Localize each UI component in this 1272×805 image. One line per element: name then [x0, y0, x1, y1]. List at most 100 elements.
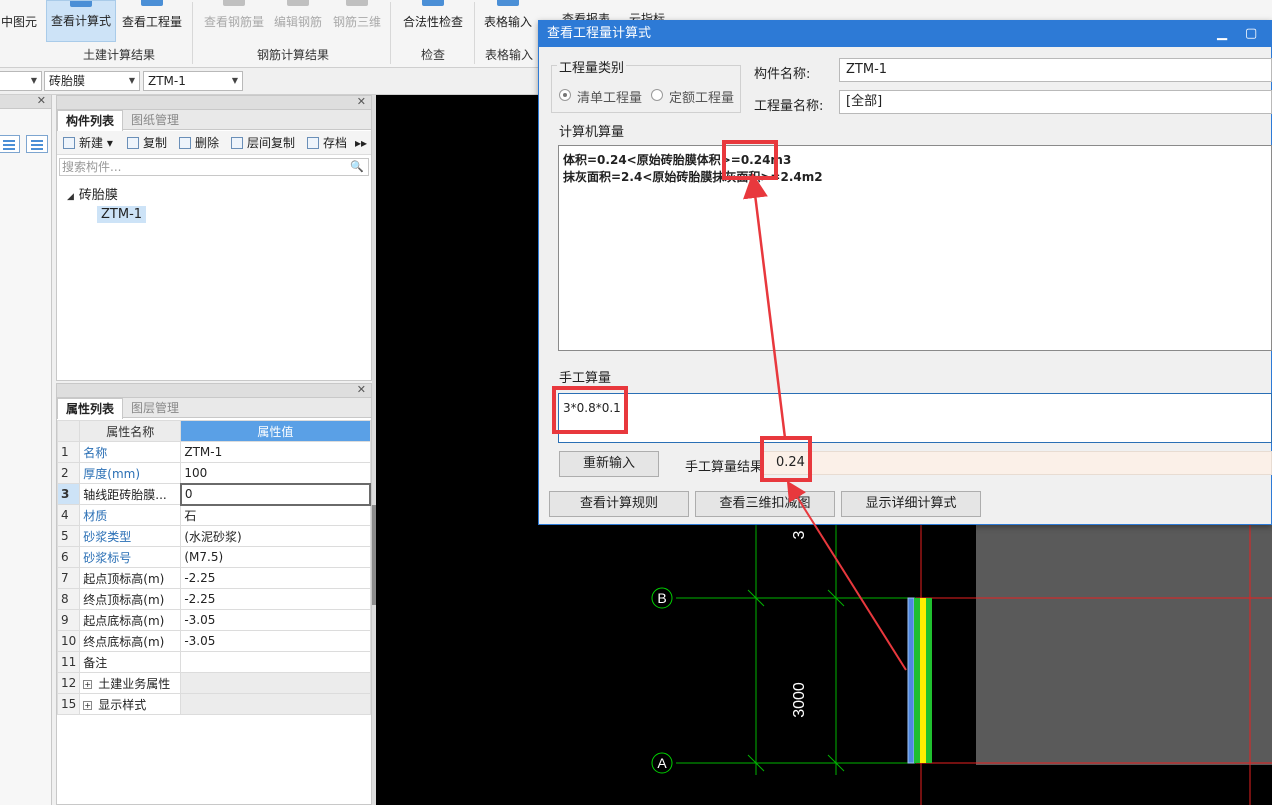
- view-rebar-button[interactable]: 查看钢筋量: [200, 0, 268, 42]
- new-button[interactable]: 新建 ▾: [61, 135, 113, 151]
- panel-header: ✕: [57, 95, 371, 110]
- view-rules-button[interactable]: 查看计算规则: [549, 491, 689, 517]
- axis-label-b: B: [657, 590, 666, 606]
- radio-icon: [559, 89, 571, 101]
- close-icon[interactable]: ✕: [357, 383, 366, 396]
- view-formula-button[interactable]: 查看计算式: [46, 0, 116, 42]
- expand-icon[interactable]: +: [83, 700, 93, 710]
- reenter-button[interactable]: 重新输入: [559, 451, 659, 477]
- dialog-title-bar[interactable]: 查看工程量计算式 ▁ ▢: [539, 21, 1271, 47]
- edit-rebar-icon: [287, 0, 309, 6]
- view-quantity-button[interactable]: 查看工程量: [118, 0, 186, 42]
- group-civil-results: 土建计算结果: [82, 48, 155, 62]
- row-number-header: [56, 420, 81, 442]
- copy-icon: [127, 137, 139, 149]
- table-icon: [497, 0, 519, 6]
- rebar-icon: [223, 0, 245, 6]
- computer-formula-area[interactable]: 体积=0.24<原始砖胎膜体积>=0.24m3 抹灰面积=2.4<原始砖胎膜抹灰…: [558, 145, 1272, 351]
- tree-node-selected[interactable]: ZTM-1: [97, 206, 147, 223]
- archive-button[interactable]: 存档: [305, 135, 347, 151]
- highlight-manual-result: [760, 436, 812, 482]
- component-combo[interactable]: ZTM-1 ▼: [143, 71, 243, 91]
- search-input[interactable]: 搜索构件... 🔍: [59, 158, 369, 176]
- tree-node-root[interactable]: ◢ 砖胎膜: [67, 184, 118, 203]
- manual-result-value: 0.24: [763, 451, 1272, 475]
- table-row[interactable]: 15 + 显示样式: [56, 693, 371, 715]
- property-panel: ✕ 属性列表 图层管理 属性名称 属性值 1 名称 ZTM-1 2 厚度(mm) 100…: [56, 383, 372, 805]
- table-row[interactable]: 6 砂浆标号 (M7.5): [56, 546, 371, 568]
- minimize-icon[interactable]: ▁: [1217, 21, 1227, 47]
- component-name-select[interactable]: ZTM-1: [839, 58, 1272, 82]
- table-row[interactable]: 1 名称 ZTM-1: [56, 441, 371, 463]
- manual-formula-input[interactable]: 3*0.8*0.1: [558, 393, 1272, 443]
- list-view-icon[interactable]: [0, 135, 20, 153]
- table-row[interactable]: 4 材质石: [56, 504, 371, 526]
- quantity-name-select[interactable]: [全部]: [839, 90, 1272, 114]
- show-detail-formula-button[interactable]: 显示详细计算式: [841, 491, 981, 517]
- maximize-icon[interactable]: ▢: [1245, 21, 1257, 47]
- expand-icon[interactable]: ◢: [67, 192, 74, 202]
- edit-rebar-button[interactable]: 编辑钢筋: [268, 0, 328, 42]
- table-input-button[interactable]: 表格输入: [478, 0, 538, 42]
- component-type-combo[interactable]: 砖胎膜 ▼: [44, 71, 140, 91]
- more-icon[interactable]: ▸▸: [355, 135, 367, 151]
- cloud-index-button[interactable]: 云指标: [624, 0, 670, 26]
- ribbon-separator: [192, 2, 193, 64]
- view-report-button[interactable]: 查看报表: [556, 0, 616, 26]
- view-3d-deduction-button[interactable]: 查看三维扣减图: [695, 491, 835, 517]
- tab-layer-manage[interactable]: 图层管理: [123, 398, 187, 418]
- table-row[interactable]: 7 起点顶标高(m) -2.25: [56, 567, 371, 589]
- table-row[interactable]: 2 厚度(mm) 100: [56, 462, 371, 484]
- highlight-manual-input: [552, 386, 628, 434]
- property-table: 属性名称 属性值 1 名称 ZTM-1 2 厚度(mm) 100 3 轴线距砖胎膜... 0…: [56, 420, 372, 715]
- table-row[interactable]: 10 终点底标高(m) -3.05: [56, 630, 371, 652]
- ribbon-separator: [474, 2, 475, 64]
- category-legend: 工程量类别: [557, 57, 627, 76]
- brick-mold-layer: [920, 598, 926, 763]
- table-row[interactable]: 3 轴线距砖胎膜... 0: [56, 482, 372, 506]
- brick-mold-layer: [914, 598, 920, 763]
- close-icon[interactable]: ✕: [37, 94, 46, 107]
- tab-drawing-manage[interactable]: 图纸管理: [123, 110, 187, 130]
- component-name-label: 构件名称:: [754, 67, 811, 82]
- highlight-computer-result: [722, 140, 778, 180]
- property-value-header: 属性值: [180, 420, 371, 442]
- select-element-button[interactable]: 中图元: [0, 0, 38, 42]
- copy-button[interactable]: 复制: [125, 135, 167, 151]
- floor-combo[interactable]: ▼: [0, 71, 42, 91]
- floor-copy-button[interactable]: 层间复制: [229, 135, 295, 151]
- panel-header: ✕: [57, 383, 371, 398]
- search-icon[interactable]: 🔍: [350, 159, 364, 175]
- close-icon[interactable]: ✕: [357, 95, 366, 108]
- delete-icon: [179, 137, 191, 149]
- table-row[interactable]: 12 + 土建业务属性: [56, 672, 371, 694]
- group-rebar-results: 钢筋计算结果: [256, 48, 329, 62]
- rebar-3d-button[interactable]: 钢筋三维: [328, 0, 386, 42]
- brick-mold-wall[interactable]: [907, 597, 915, 764]
- expand-icon[interactable]: +: [83, 679, 93, 689]
- table-row[interactable]: 5 砂浆类型 (水泥砂浆): [56, 525, 371, 547]
- tab-property-list[interactable]: 属性列表: [57, 398, 124, 419]
- formula-plaster-area: 抹灰面积=2.4<原始砖胎膜抹灰面积>=2.4m2: [563, 170, 823, 184]
- quantity-name-label: 工程量名称:: [754, 99, 824, 114]
- archive-icon: [307, 137, 319, 149]
- table-row[interactable]: 8 终点顶标高(m) -2.25: [56, 588, 371, 610]
- legality-check-button[interactable]: 合法性检查: [396, 0, 470, 42]
- quantity-icon: [141, 0, 163, 6]
- group-check: 检查: [420, 48, 445, 62]
- table-row[interactable]: 9 起点底标高(m) -3.05: [56, 609, 371, 631]
- detail-view-icon[interactable]: [26, 135, 48, 153]
- table-row[interactable]: 11 备注: [56, 651, 371, 673]
- group-table-input: 表格输入: [484, 48, 533, 62]
- radio-quota-quantity[interactable]: 定额工程量: [651, 87, 734, 106]
- computer-legend: 计算机算量: [557, 121, 627, 140]
- property-tabs: 属性列表 图层管理: [57, 398, 371, 419]
- property-edit-field[interactable]: 0: [179, 482, 372, 506]
- chevron-down-icon: ▼: [128, 76, 135, 85]
- quantity-formula-dialog: 查看工程量计算式 ▁ ▢ 工程量类别 清单工程量 定额工程量 构件名称: ZTM…: [538, 20, 1272, 525]
- component-toolbar: 新建 ▾ 复制 删除 层间复制 存档 ▸▸: [57, 131, 371, 155]
- tab-component-list[interactable]: 构件列表: [57, 110, 124, 131]
- delete-button[interactable]: 删除: [177, 135, 219, 151]
- radio-list-quantity[interactable]: 清单工程量: [559, 87, 642, 106]
- left-nav-panel: ✕: [0, 94, 52, 805]
